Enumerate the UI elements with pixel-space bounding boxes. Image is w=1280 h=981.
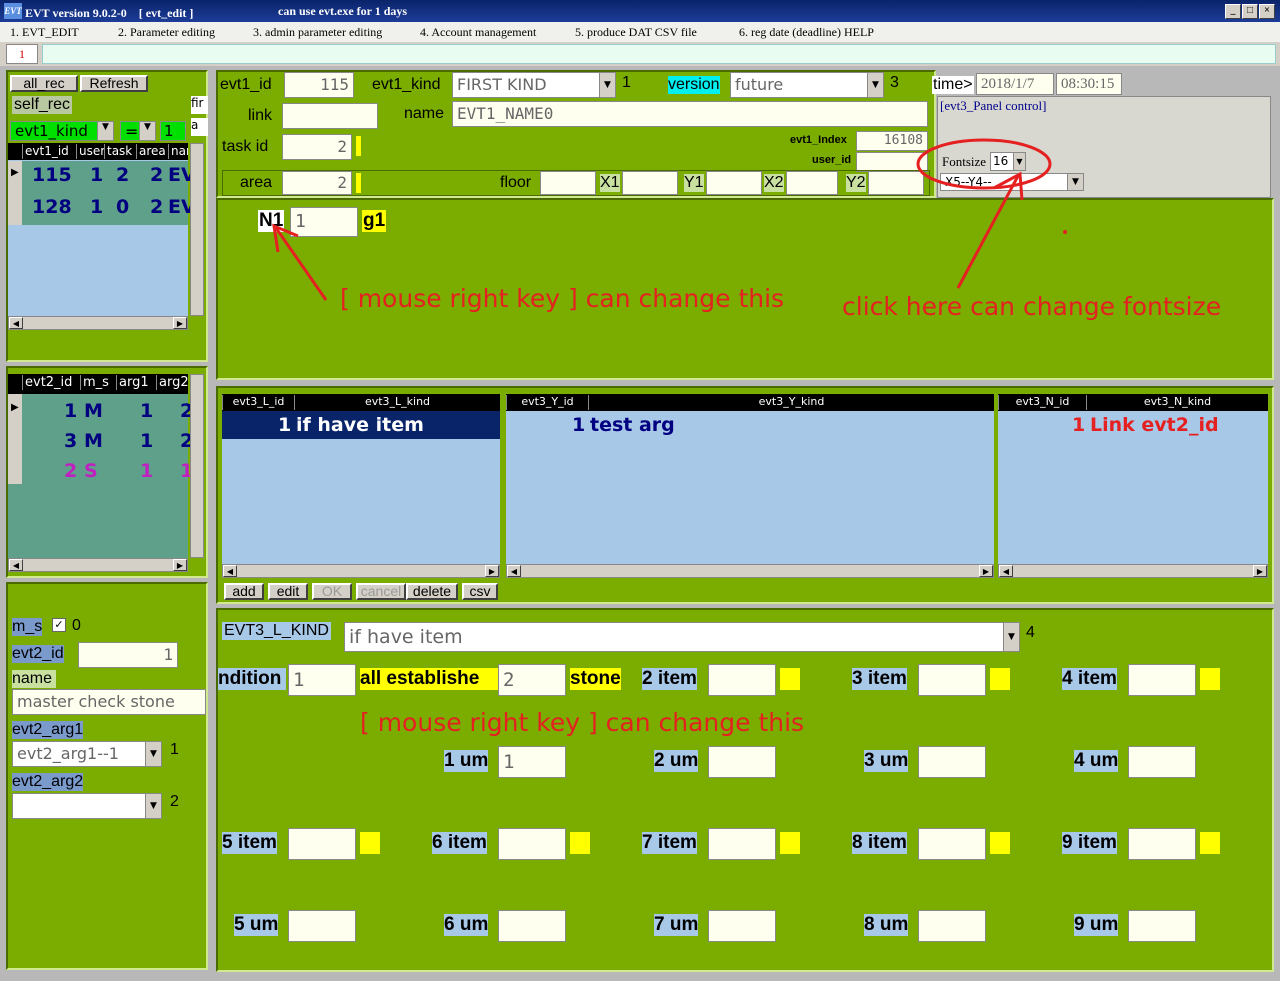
scroll-left-icon[interactable]: ◀ (999, 565, 1013, 577)
item-7-marker (780, 832, 800, 854)
um-5-label: 5 um (234, 914, 279, 936)
item-5-field[interactable] (288, 828, 356, 860)
arrow-line-2 (956, 175, 1020, 289)
item-6-marker (570, 832, 590, 854)
item-9-marker (1200, 832, 1220, 854)
add-button[interactable]: add (224, 583, 264, 600)
list-item-id[interactable]: 1 (1072, 414, 1085, 436)
arrow-line-1 (274, 227, 328, 301)
item-5-label: 5 item (222, 832, 277, 854)
item-4-label: 4 item (1062, 668, 1117, 690)
um-3-label: 3 um (864, 750, 909, 772)
um-9-field[interactable] (1128, 910, 1196, 942)
um-1-label: 1 um (444, 750, 489, 772)
item-8-label: 8 item (852, 832, 907, 854)
um-9-label: 9 um (1074, 914, 1119, 936)
item-3-field[interactable] (918, 664, 986, 696)
annotation-mouse-right-2: [ mouse right key ] can change this (360, 708, 805, 737)
item-9-label: 9 item (1062, 832, 1117, 854)
um-4-field[interactable] (1128, 746, 1196, 778)
all-establish-label: all establishe (360, 668, 498, 690)
um-6-label: 6 um (444, 914, 489, 936)
um-7-label: 7 um (654, 914, 699, 936)
um-3-field[interactable] (918, 746, 986, 778)
cancel-button[interactable]: cancel (356, 583, 406, 600)
evt3-n-header: evt3_N_id evt3_N_kind (998, 394, 1268, 411)
um-8-field[interactable] (918, 910, 986, 942)
evt3-l-kind-label: EVT3_L_KIND (222, 622, 331, 640)
col-evt3-n-id[interactable]: evt3_N_id (998, 395, 1086, 410)
evt3-y-hscrollbar[interactable]: ◀ ▶ (506, 564, 994, 578)
evt3-n-hscrollbar[interactable]: ◀ ▶ (998, 564, 1268, 578)
evt3-n-list: evt3_N_id evt3_N_kind 1 Link evt2_id (998, 394, 1268, 564)
um-1-field[interactable]: 1 (498, 746, 566, 778)
condition-label[interactable]: ndition (218, 668, 286, 690)
scroll-right-icon[interactable]: ▶ (485, 565, 499, 577)
list-item-kind[interactable]: test arg (590, 414, 675, 436)
item-9-field[interactable] (1128, 828, 1196, 860)
evt3-l-kind-select[interactable]: if have item ▼ (344, 622, 1020, 652)
evt3-l-hscrollbar[interactable]: ◀ ▶ (222, 564, 500, 578)
edit-button[interactable]: edit (268, 583, 308, 600)
evt3-l-list: evt3_L_id evt3_L_kind 1 if have item (222, 394, 500, 564)
um-2-label: 2 um (654, 750, 699, 772)
col-evt3-l-kind[interactable]: evt3_L_kind (294, 395, 500, 410)
item-2-label: 2 item (642, 668, 697, 690)
item-8-field[interactable] (918, 828, 986, 860)
col-evt3-n-kind[interactable]: evt3_N_kind (1086, 395, 1268, 410)
item-6-field[interactable] (498, 828, 566, 860)
item-6-label: 6 item (432, 832, 487, 854)
list-item-kind[interactable]: Link evt2_id (1090, 414, 1219, 436)
stone-label: stone (570, 668, 621, 690)
condition-field[interactable]: 1 (288, 664, 356, 696)
um-6-field[interactable] (498, 910, 566, 942)
col-evt3-y-kind[interactable]: evt3_Y_kind (588, 395, 994, 410)
um-4-label: 4 um (1074, 750, 1119, 772)
evt3-y-header: evt3_Y_id evt3_Y_kind (506, 394, 994, 411)
um-2-field[interactable] (708, 746, 776, 778)
scroll-right-icon[interactable]: ▶ (979, 565, 993, 577)
list-item-id[interactable]: 1 (572, 414, 585, 436)
fontsize-circle (916, 138, 1052, 190)
um-8-label: 8 um (864, 914, 909, 936)
scroll-right-icon[interactable]: ▶ (1253, 565, 1267, 577)
col-evt3-l-id[interactable]: evt3_L_id (222, 395, 294, 410)
csv-button[interactable]: csv (462, 583, 498, 600)
item-3-marker (990, 668, 1010, 690)
item-4-field[interactable] (1128, 664, 1196, 696)
evt3-y-list: evt3_Y_id evt3_Y_kind 1 test arg (506, 394, 994, 564)
item-8-marker (990, 832, 1010, 854)
item-7-field[interactable] (708, 828, 776, 860)
chevron-down-icon[interactable]: ▼ (1003, 623, 1019, 651)
evt3-l-kind-value: if have item (349, 626, 463, 648)
evt3-kind-number: 4 (1026, 624, 1035, 641)
scroll-left-icon[interactable]: ◀ (223, 565, 237, 577)
um-5-field[interactable] (288, 910, 356, 942)
annotation-dot (1063, 230, 1067, 234)
item-3-label: 3 item (852, 668, 907, 690)
ok-button[interactable]: OK (312, 583, 352, 600)
item-2-marker (780, 668, 800, 690)
scroll-left-icon[interactable]: ◀ (507, 565, 521, 577)
item-4-marker (1200, 668, 1220, 690)
um-7-field[interactable] (708, 910, 776, 942)
col-evt3-y-id[interactable]: evt3_Y_id (506, 395, 588, 410)
delete-button[interactable]: delete (406, 583, 458, 600)
item-2-field[interactable] (708, 664, 776, 696)
list-item-kind[interactable]: if have item (296, 414, 424, 436)
list-item-id[interactable]: 1 (278, 414, 291, 436)
all-establish-field[interactable]: 2 (498, 664, 566, 696)
evt3-l-header: evt3_L_id evt3_L_kind (222, 394, 500, 411)
item-5-marker (360, 832, 380, 854)
item-7-label: 7 item (642, 832, 697, 854)
